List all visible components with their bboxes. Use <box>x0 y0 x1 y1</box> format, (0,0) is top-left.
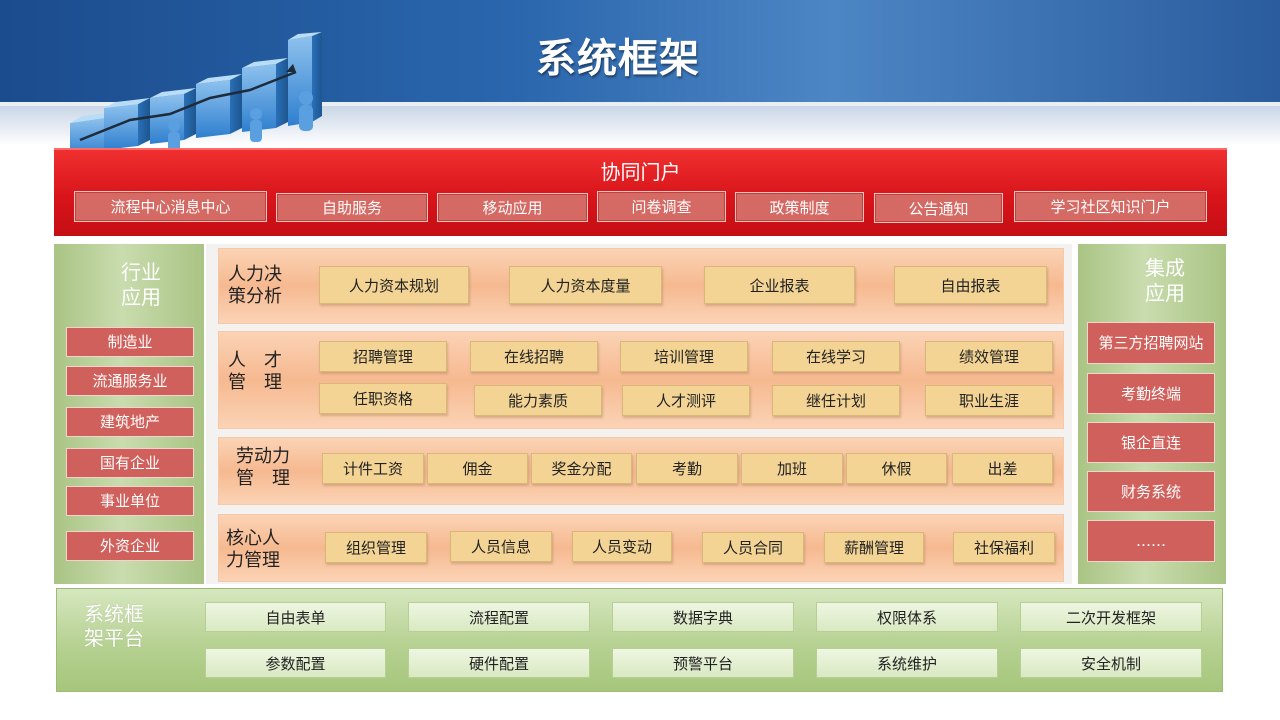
integration-item-attendance-terminal[interactable]: 考勤终端 <box>1087 373 1215 414</box>
portal-item-self-service[interactable]: 自助服务 <box>276 193 428 222</box>
row-label-core-hr: 核心人 力管理 <box>226 528 280 571</box>
module-enterprise-reports[interactable]: 企业报表 <box>704 266 855 304</box>
module-attendance[interactable]: 考勤 <box>636 453 738 484</box>
industry-item-foreign-enterprise[interactable]: 外资企业 <box>66 531 194 561</box>
portal-item-workflow-center[interactable]: 流程中心消息中心 <box>74 191 267 222</box>
module-social-benefits[interactable]: 社保福利 <box>953 532 1055 563</box>
module-organization[interactable]: 组织管理 <box>325 532 427 563</box>
industry-item-manufacturing[interactable]: 制造业 <box>66 327 194 357</box>
integration-item-finance-system[interactable]: 财务系统 <box>1087 471 1215 512</box>
row-label-talent: 人 才管 理 <box>228 350 282 393</box>
module-commission[interactable]: 佣金 <box>427 453 528 484</box>
module-business-trip[interactable]: 出差 <box>952 453 1053 484</box>
module-training[interactable]: 培训管理 <box>620 341 748 372</box>
platform-item-parameter-config[interactable]: 参数配置 <box>205 648 386 678</box>
module-employee-info[interactable]: 人员信息 <box>450 531 552 562</box>
module-employee-contracts[interactable]: 人员合同 <box>702 532 804 563</box>
industry-apps-title: 行业 应用 <box>121 260 161 309</box>
module-talent-assessment[interactable]: 人才测评 <box>622 385 750 416</box>
platform-item-dev-framework[interactable]: 二次开发框架 <box>1020 602 1202 632</box>
platform-item-data-dictionary[interactable]: 数据字典 <box>612 602 794 632</box>
module-performance[interactable]: 绩效管理 <box>925 341 1053 372</box>
platform-item-alert-platform[interactable]: 预警平台 <box>612 648 794 678</box>
platform-item-workflow-config[interactable]: 流程配置 <box>408 602 590 632</box>
module-overtime[interactable]: 加班 <box>741 453 843 484</box>
industry-item-real-estate[interactable]: 建筑地产 <box>66 407 194 437</box>
module-online-learning[interactable]: 在线学习 <box>772 341 900 372</box>
portal-item-survey[interactable]: 问卷调查 <box>597 191 726 222</box>
industry-item-public-institution[interactable]: 事业单位 <box>66 486 194 516</box>
integration-item-more[interactable]: …… <box>1087 520 1215 562</box>
platform-item-system-maintenance[interactable]: 系统维护 <box>816 648 998 678</box>
module-qualifications[interactable]: 任职资格 <box>319 383 447 414</box>
row-label-hr-decision: 人力决 策分析 <box>228 264 282 307</box>
module-bonus-allocation[interactable]: 奖金分配 <box>531 453 632 484</box>
module-competency[interactable]: 能力素质 <box>474 385 602 416</box>
module-human-capital-metrics[interactable]: 人力资本度量 <box>509 266 662 304</box>
portal-item-policy[interactable]: 政策制度 <box>735 192 864 222</box>
module-human-capital-planning[interactable]: 人力资本规划 <box>319 266 469 304</box>
module-recruitment[interactable]: 招聘管理 <box>319 341 447 372</box>
portal-item-learning-community[interactable]: 学习社区知识门户 <box>1014 191 1207 222</box>
portal-item-announcements[interactable]: 公告通知 <box>874 193 1003 223</box>
module-career-path[interactable]: 职业生涯 <box>925 385 1053 416</box>
module-custom-reports[interactable]: 自由报表 <box>894 266 1047 304</box>
platform-title: 系统框 架平台 <box>84 602 144 650</box>
platform-item-custom-forms[interactable]: 自由表单 <box>205 602 386 632</box>
module-piece-rate-pay[interactable]: 计件工资 <box>322 453 424 484</box>
portal-item-mobile-apps[interactable]: 移动应用 <box>437 193 588 222</box>
module-employee-changes[interactable]: 人员变动 <box>572 531 672 562</box>
row-label-workforce: 劳动力管 理 <box>236 446 290 489</box>
module-compensation[interactable]: 薪酬管理 <box>824 532 924 563</box>
platform-item-security[interactable]: 安全机制 <box>1020 648 1202 678</box>
module-leave[interactable]: 休假 <box>846 453 947 484</box>
industry-item-distribution[interactable]: 流通服务业 <box>66 366 194 396</box>
portal-title: 协同门户 <box>600 160 681 184</box>
integration-apps-title: 集成 应用 <box>1145 256 1185 305</box>
platform-item-hardware-config[interactable]: 硬件配置 <box>408 648 590 678</box>
module-succession-planning[interactable]: 继任计划 <box>772 385 900 416</box>
integration-item-recruiting-site[interactable]: 第三方招聘网站 <box>1087 322 1215 364</box>
integration-item-bank-connect[interactable]: 银企直连 <box>1087 422 1215 463</box>
page-title: 系统框架 <box>536 36 700 82</box>
platform-item-permission-system[interactable]: 权限体系 <box>816 602 998 632</box>
module-online-recruitment[interactable]: 在线招聘 <box>470 341 598 372</box>
industry-item-state-owned[interactable]: 国有企业 <box>66 448 194 478</box>
